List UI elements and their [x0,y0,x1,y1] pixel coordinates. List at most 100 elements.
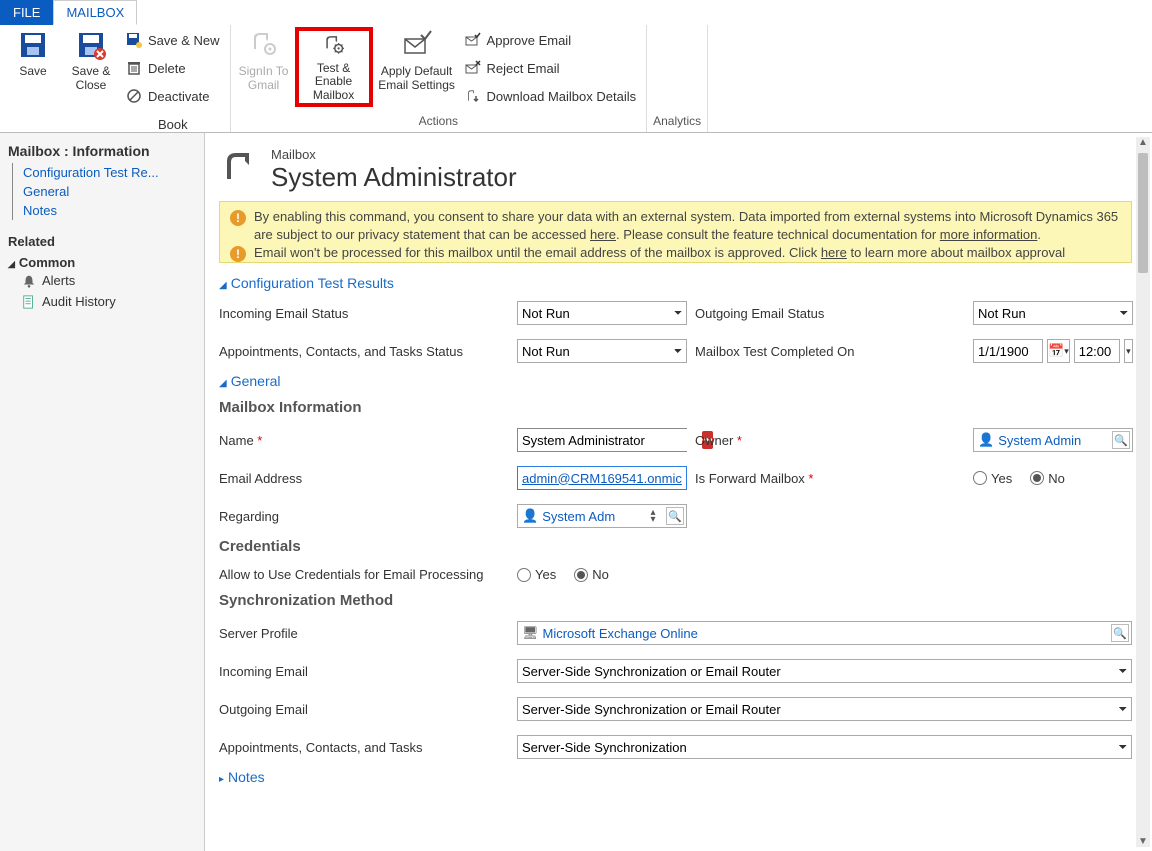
person-icon: 👤 [522,508,538,524]
appt-tasks-select[interactable]: Server-Side Synchronization [517,735,1132,759]
mailbox-icon [219,147,259,187]
deactivate-icon [126,88,142,104]
name-input[interactable] [518,429,702,451]
lookup-search-icon[interactable]: 🔍 [1112,431,1130,449]
scroll-up-icon[interactable]: ▲ [1138,137,1148,148]
lookup-search-icon[interactable]: 🔍 [666,507,684,525]
test-enable-mailbox-button[interactable]: Test & Enable Mailbox [295,27,373,107]
delete-icon [126,60,142,76]
approval-here-link[interactable]: here [821,245,847,260]
ribbon-group-label-analytics: Analytics [653,112,701,132]
reject-email-button[interactable]: Reject Email [461,57,641,79]
label-appt-tasks: Appointments, Contacts, and Tasks [219,740,509,755]
page-title: System Administrator [271,162,517,193]
outgoing-status-select[interactable]: Not Run [973,301,1133,325]
download-icon [465,88,481,104]
delete-button[interactable]: Delete [122,57,224,79]
label-owner: Owner [695,433,965,448]
save-new-icon [126,32,142,48]
approve-email-button[interactable]: Approve Email [461,29,641,51]
save-icon [17,29,49,61]
page-entity-type: Mailbox [271,147,517,162]
bell-icon [22,274,36,288]
label-email: Email Address [219,471,509,486]
subsection-credentials: Credentials [219,538,1132,555]
sidebar-link-notes[interactable]: Notes [12,201,196,220]
sidebar-item-audit[interactable]: Audit History [8,291,196,312]
label-forward: Is Forward Mailbox [695,471,965,486]
sidebar-link-general[interactable]: General [12,182,196,201]
more-info-link[interactable]: more information [940,227,1038,242]
forward-no-radio[interactable] [1030,471,1044,485]
test-time-input[interactable] [1074,339,1120,363]
email-check-icon [401,29,433,61]
label-outgoing-email: Outgoing Email [219,702,509,717]
sidebar-related-header: Related [8,234,196,249]
test-date-input[interactable] [973,339,1043,363]
section-config-results[interactable]: ◢Configuration Test Results [219,275,1132,291]
ribbon-group-analytics: Analytics [647,25,708,132]
label-incoming-email: Incoming Email [219,664,509,679]
save-button[interactable]: Save [6,27,60,107]
creds-yes-radio[interactable] [517,568,531,582]
privacy-here-link[interactable]: here [590,227,616,242]
subsection-mailbox-info: Mailbox Information [219,399,1132,416]
tab-file[interactable]: FILE [0,0,53,25]
ribbon-group-label-actions: Actions [237,112,641,132]
sidebar-common-header[interactable]: Common [8,255,196,270]
approve-icon [465,32,481,48]
owner-lookup[interactable]: 👤 System Admin 🔍 [973,428,1133,452]
scroll-down-icon[interactable]: ▼ [1138,836,1148,847]
section-general[interactable]: ◢General [219,373,1132,389]
ribbon-group-actions: SignIn To Gmail Test & Enable Mailbox Ap… [231,25,648,132]
save-close-button[interactable]: Save & Close [64,27,118,107]
sidebar-title: Mailbox : Information [8,143,196,159]
main-content: Mailbox System Administrator ! By enabli… [205,133,1152,851]
mailbox-gear-icon [318,33,350,58]
sidebar-item-alerts[interactable]: Alerts [8,270,196,291]
apply-default-email-button[interactable]: Apply Default Email Settings [377,27,457,107]
incoming-email-select[interactable]: Server-Side Synchronization or Email Rou… [517,659,1132,683]
sidebar: Mailbox : Information Configuration Test… [0,133,205,851]
time-picker-button[interactable]: ▾ [1124,339,1133,363]
section-notes[interactable]: ▸Notes [219,769,1132,785]
label-appt-status: Appointments, Contacts, and Tasks Status [219,344,509,359]
incoming-status-select[interactable]: Not Run [517,301,687,325]
tab-mailbox[interactable]: MAILBOX [53,0,137,25]
scroll-thumb[interactable] [1138,153,1148,273]
sidebar-link-config[interactable]: Configuration Test Re... [12,163,196,182]
save-new-button[interactable]: Save & New [122,29,224,51]
server-icon: 🖥 [522,625,539,641]
gmail-icon [248,29,280,61]
save-close-icon [75,29,107,61]
forward-yes-radio[interactable] [973,471,987,485]
ribbon: Save Save & Close Save & New Delete Deac… [0,25,1152,133]
creds-no-radio[interactable] [574,568,588,582]
regarding-lookup[interactable]: 👤 System Adm ▴▾ 🔍 [517,504,687,528]
server-profile-lookup[interactable]: 🖥 Microsoft Exchange Online 🔍 [517,621,1132,645]
lookup-search-icon[interactable]: 🔍 [1111,624,1129,642]
subsection-sync: Synchronization Method [219,592,1132,609]
signin-gmail-button[interactable]: SignIn To Gmail [237,27,291,107]
ribbon-group-save: Save Save & Close Save & New Delete Deac… [0,25,231,132]
scrollbar[interactable]: ▲ ▼ [1136,137,1150,847]
outgoing-email-select[interactable]: Server-Side Synchronization or Email Rou… [517,697,1132,721]
page-header: Mailbox System Administrator [219,143,1132,201]
calendar-button[interactable]: 📅▾ [1047,339,1070,363]
person-icon: 👤 [978,432,994,448]
book-button[interactable]: Book [122,113,224,135]
warning-icon: ! [230,246,246,262]
warning-bar: ! By enabling this command, you consent … [219,201,1132,263]
label-name: Name [219,433,509,448]
reject-icon [465,60,481,76]
label-incoming-status: Incoming Email Status [219,306,509,321]
appt-status-select[interactable]: Not Run [517,339,687,363]
ribbon-tabs: FILE MAILBOX [0,0,1152,25]
name-field-wrapper: ••• [517,428,687,452]
email-input[interactable]: admin@CRM169541.onmic [517,466,687,490]
warning-icon: ! [230,210,246,226]
deactivate-button[interactable]: Deactivate [122,85,224,107]
audit-icon [22,295,36,309]
updown-icon[interactable]: ▴▾ [644,507,662,525]
download-details-button[interactable]: Download Mailbox Details [461,85,641,107]
